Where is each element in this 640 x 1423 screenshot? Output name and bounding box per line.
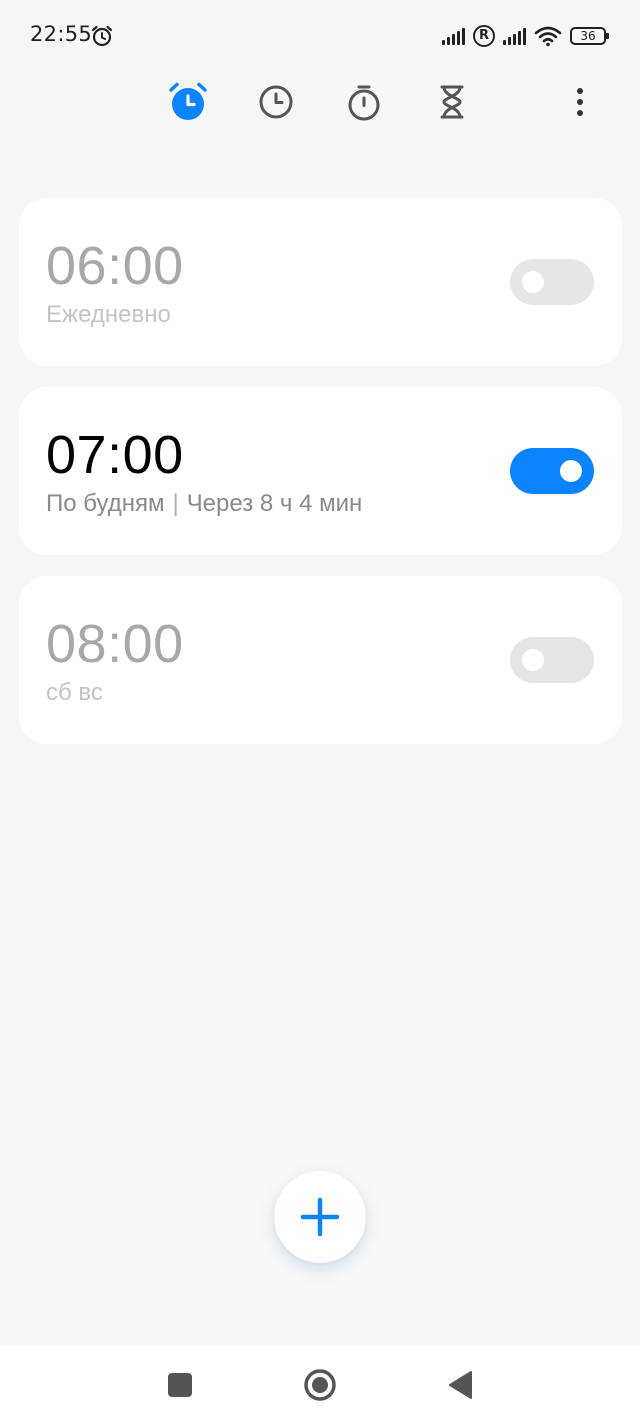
top-tabs (0, 78, 640, 126)
status-indicators: R 36 (442, 24, 609, 48)
square-icon (168, 1373, 192, 1397)
status-time: 22:55 (30, 22, 93, 46)
hourglass-icon (440, 85, 464, 119)
alarm-repeat-label: По будням (46, 490, 165, 517)
toggle-knob (522, 649, 544, 671)
alarm-countdown: Через 8 ч 4 мин (186, 490, 363, 517)
alarm-repeat-label: Ежедневно (46, 301, 171, 328)
roaming-icon: R (473, 25, 495, 47)
alarm-list: 06:00 Ежедневно 07:00 По будням | Через 8 … (19, 198, 622, 765)
alarm-clock-icon (169, 82, 207, 120)
alarm-time: 06:00 (46, 236, 184, 296)
alarm-toggle[interactable] (510, 259, 594, 305)
wifi-icon (534, 26, 562, 47)
tab-alarm[interactable] (164, 78, 212, 126)
toggle-knob (522, 271, 544, 293)
alarm-time: 07:00 (46, 425, 184, 485)
tab-timer[interactable] (428, 78, 476, 126)
alarm-toggle[interactable] (510, 448, 594, 494)
alarm-card[interactable]: 07:00 По будням | Через 8 ч 4 мин (19, 387, 622, 555)
tab-world-clock[interactable] (252, 78, 300, 126)
alarm-repeat: сб вс (46, 678, 103, 708)
recents-button[interactable] (160, 1365, 200, 1405)
plus-icon (300, 1197, 340, 1237)
alarm-toggle[interactable] (510, 637, 594, 683)
home-button[interactable] (300, 1365, 340, 1405)
back-button[interactable] (440, 1365, 480, 1405)
toggle-knob (560, 460, 582, 482)
status-bar: 22:55 R 36 (0, 0, 640, 72)
more-options-button[interactable] (558, 78, 602, 126)
alarm-repeat: По будням | Через 8 ч 4 мин (46, 489, 362, 519)
home-circle-icon (304, 1369, 336, 1401)
battery-icon: 36 (570, 27, 609, 45)
alarm-repeat: Ежедневно (46, 300, 171, 330)
alarm-time: 08:00 (46, 614, 184, 674)
more-vert-icon (577, 88, 583, 116)
signal-strength-icon (442, 27, 465, 45)
clock-icon (259, 85, 293, 119)
signal-strength-2-icon (503, 27, 526, 45)
clock-app-screen: 22:55 R 36 06:00 Ежедневно 07:00 По будн… (0, 0, 640, 1423)
alarm-card[interactable]: 08:00 сб вс (19, 576, 622, 744)
alarm-repeat-label: сб вс (46, 679, 103, 706)
stopwatch-icon (348, 85, 380, 121)
status-alarm-icon (91, 25, 113, 47)
back-triangle-icon (449, 1371, 472, 1399)
system-nav-bar (0, 1345, 640, 1423)
alarm-card[interactable]: 06:00 Ежедневно (19, 198, 622, 366)
alarm-separator: | (172, 490, 179, 517)
add-alarm-button[interactable] (274, 1171, 366, 1263)
tab-stopwatch[interactable] (340, 78, 388, 126)
